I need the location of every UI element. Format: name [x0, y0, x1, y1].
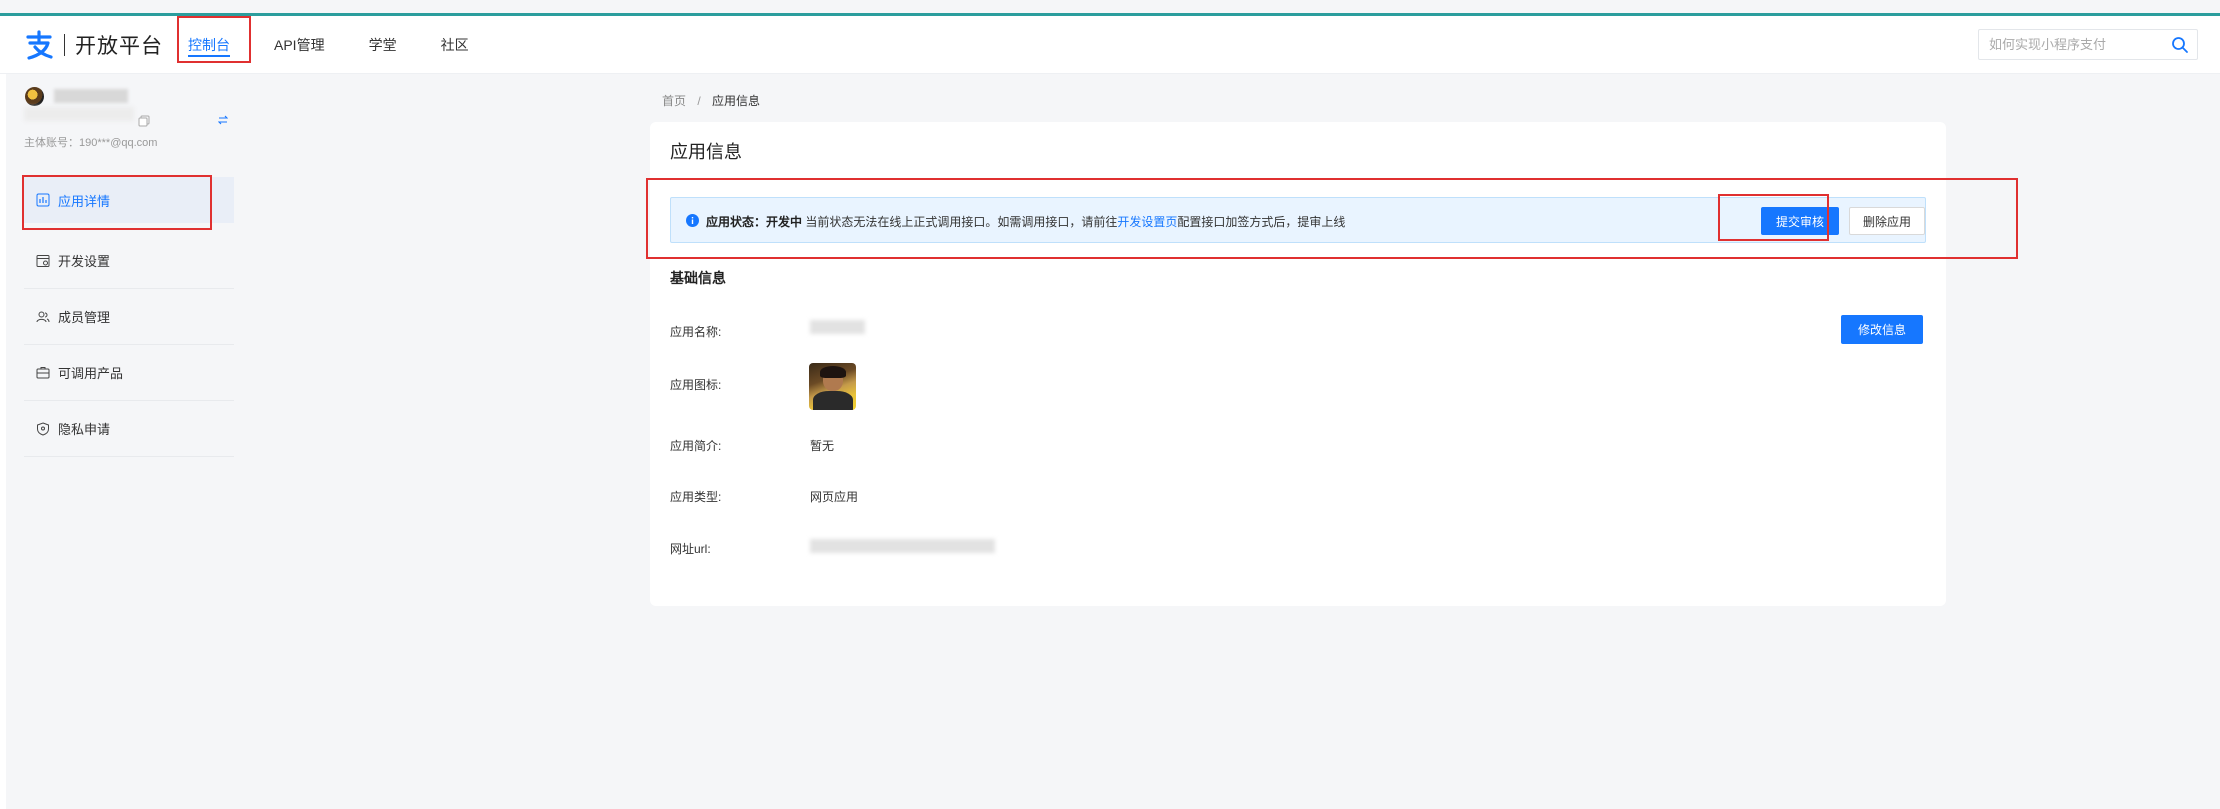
edit-info-button[interactable]: 修改信息 — [1841, 315, 1923, 344]
dev-settings-icon — [36, 254, 50, 267]
field-value-app-intro: 暂无 — [810, 439, 835, 453]
field-label-app-type: 应用类型: — [670, 490, 722, 504]
page-title: 应用信息 — [670, 142, 742, 162]
sidebar-item-products[interactable]: 可调用产品 — [24, 345, 234, 401]
nav-community[interactable]: 社区 — [441, 16, 469, 74]
top-header: 开放平台 控制台 API管理 学堂 社区 — [0, 16, 2220, 74]
sidebar-app-detail-highlight-box — [22, 175, 212, 230]
field-label-url: 网址url: — [670, 542, 711, 556]
sidebar-item-members[interactable]: 成员管理 — [24, 289, 234, 345]
search-box — [1978, 29, 2198, 60]
logo-divider — [64, 34, 65, 56]
logo-text: 开放平台 — [75, 35, 163, 58]
app-icon-figure-hair — [820, 366, 846, 378]
sidebar-item-privacy[interactable]: 隐私申请 — [24, 401, 234, 457]
blurred-app-name — [810, 320, 865, 334]
breadcrumb-separator: / — [697, 94, 701, 108]
nav-api-management[interactable]: API管理 — [274, 16, 325, 74]
blurred-app-id — [24, 107, 134, 121]
submit-review-highlight-box — [1718, 194, 1829, 241]
breadcrumb-home[interactable]: 首页 — [662, 94, 686, 108]
nav-console-highlight-box — [177, 16, 251, 63]
section-title-basic-info: 基础信息 — [670, 270, 726, 286]
app-icon-image — [809, 363, 856, 410]
field-label-app-name: 应用名称: — [670, 325, 722, 339]
blurred-username — [54, 89, 128, 103]
switch-icon[interactable] — [218, 115, 228, 125]
nav-academy[interactable]: 学堂 — [369, 16, 397, 74]
avatar — [25, 87, 44, 106]
products-icon — [36, 366, 50, 378]
sidebar-item-label: 开发设置 — [58, 254, 111, 269]
field-label-app-intro: 应用简介: — [670, 439, 722, 453]
account-label: 主体账号：190***@qq.com — [24, 137, 158, 149]
field-value-app-type: 网页应用 — [810, 490, 859, 504]
search-icon[interactable] — [2171, 36, 2189, 54]
copy-icon[interactable] — [138, 115, 150, 127]
sidebar-item-dev-settings[interactable]: 开发设置 — [24, 233, 234, 289]
breadcrumb: 首页 / 应用信息 — [662, 92, 760, 109]
blurred-url — [810, 539, 995, 553]
privacy-shield-icon — [37, 421, 49, 436]
breadcrumb-current: 应用信息 — [712, 94, 761, 108]
alipay-logo-icon — [26, 30, 53, 60]
search-input[interactable] — [1979, 30, 2159, 59]
members-icon — [36, 311, 50, 322]
user-info: 主体账号：190***@qq.com — [6, 75, 231, 165]
app-icon-figure-body — [813, 391, 853, 410]
sidebar-item-label: 隐私申请 — [58, 422, 111, 437]
sidebar-item-label: 成员管理 — [58, 310, 111, 325]
logo[interactable]: 开放平台 — [24, 28, 163, 62]
field-label-app-icon: 应用图标: — [670, 378, 722, 392]
sidebar-item-label: 可调用产品 — [58, 366, 124, 381]
